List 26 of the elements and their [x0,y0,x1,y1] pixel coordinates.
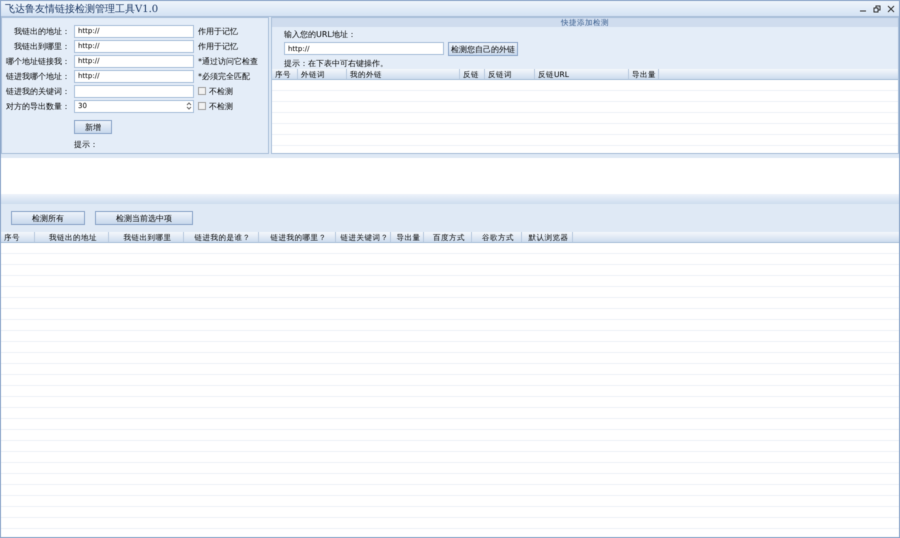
field-label: 我链出到哪里： [13,40,70,52]
restore-icon[interactable] [873,4,881,12]
checkbox[interactable] [198,87,206,95]
field-label: 链进我哪个地址： [6,70,70,82]
field-label: 链进我的关键词： [6,86,70,96]
field-note: *必须完全匹配 [198,70,251,82]
field-label: 对方的导出数量： [6,100,70,112]
check-button[interactable]: 检测您自己的外链 [448,42,518,56]
hint-text: 提示：在下表中可右键操作。 [284,58,389,69]
field-label: 哪个地址链接我： [6,56,70,66]
input-field[interactable] [74,84,194,98]
hint-text: 提示： [74,138,99,150]
spinner-icon[interactable] [185,102,193,110]
close-icon[interactable] [887,4,895,12]
field-note: *通过访问它检查 [198,56,259,66]
checkbox-label: 不检测 [209,86,233,96]
window-title: 飞达鲁友情链接检测管理工具V1.0 [5,2,158,16]
action-button[interactable]: 检测当前选中项 [95,211,193,225]
url-label: 输入您的URL地址： [284,29,357,40]
checkbox[interactable] [198,102,206,110]
checkbox-label: 不检测 [209,100,233,112]
field-note: 作用于记忆 [198,40,239,52]
field-label: 我链出的地址： [13,26,70,36]
field-note: 作用于记忆 [198,26,239,36]
action-button[interactable]: 检测所有 [11,211,85,225]
add-button[interactable]: 新增 [74,120,112,134]
